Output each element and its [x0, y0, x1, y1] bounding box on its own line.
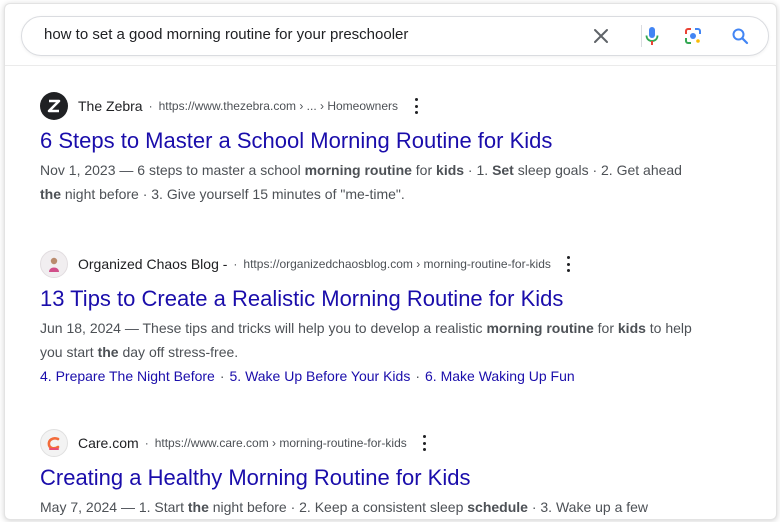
search-bar[interactable]: how to set a good morning routine for yo…: [21, 16, 769, 56]
separator-dot: ·: [148, 99, 153, 113]
snippet-highlight: the: [187, 499, 209, 515]
snippet-highlight: the: [97, 344, 119, 360]
result-source[interactable]: Organized Chaos Blog - · https://organiz…: [40, 250, 760, 278]
snippet-text: day off stress-free.: [118, 344, 239, 360]
microphone-icon[interactable]: [642, 26, 662, 46]
snippet-text: to help: [645, 320, 692, 336]
header-separator: [5, 65, 776, 66]
snippet-text: for: [411, 162, 437, 178]
browser-content: how to set a good morning routine for yo…: [4, 3, 777, 520]
snippet-text: May 7, 2024 — 1. Start: [40, 499, 188, 515]
blog-favicon-icon: [40, 250, 68, 278]
result-site-name: Organized Chaos Blog -: [78, 256, 228, 272]
result-url: https://www.care.com › morning-routine-f…: [154, 436, 407, 450]
result-site-name: Care.com: [78, 435, 139, 451]
result-snippet: Jun 18, 2024 — These tips and tricks wil…: [40, 316, 760, 364]
snippet-text: night before · 3. Give yourself 15 minut…: [61, 186, 405, 202]
search-result: Care.com · https://www.care.com › mornin…: [40, 429, 760, 519]
snippet-text: night before · 2. Keep a consistent slee…: [208, 499, 468, 515]
snippet-text: · 1.: [464, 162, 493, 178]
sitelink[interactable]: 5. Wake Up Before Your Kids: [230, 368, 411, 384]
snippet-highlight: kids: [617, 320, 646, 336]
snippet-highlight: morning routine: [304, 162, 412, 178]
more-options-icon[interactable]: [410, 97, 422, 115]
search-icon[interactable]: [730, 26, 750, 46]
result-title-link[interactable]: 13 Tips to Create a Realistic Morning Ro…: [40, 284, 760, 314]
snippet-text: sleep goals · 2. Get ahead: [513, 162, 682, 178]
snippet-text: Nov 1, 2023 — 6 steps to master a school: [40, 162, 305, 178]
more-options-icon[interactable]: [563, 255, 575, 273]
search-result: The Zebra · https://www.thezebra.com › .…: [40, 92, 760, 206]
lens-icon[interactable]: [683, 26, 703, 46]
zebra-favicon-icon: [40, 92, 68, 120]
snippet-highlight: kids: [436, 162, 465, 178]
result-source[interactable]: The Zebra · https://www.thezebra.com › .…: [40, 92, 760, 120]
result-title-link[interactable]: 6 Steps to Master a School Morning Routi…: [40, 126, 760, 156]
separator-dot: ·: [144, 436, 149, 450]
snippet-line: Jun 18, 2024 — These tips and tricks wil…: [40, 316, 760, 340]
more-options-icon[interactable]: [419, 434, 431, 452]
sitelink[interactable]: 6. Make Waking Up Fun: [425, 368, 575, 384]
snippet-line: you start the day off stress-free.: [40, 340, 760, 364]
clear-icon[interactable]: [591, 26, 611, 46]
sitelink-separator: ·: [219, 368, 225, 384]
result-source[interactable]: Care.com · https://www.care.com › mornin…: [40, 429, 760, 457]
result-url: https://organizedchaosblog.com › morning…: [243, 257, 551, 271]
care-favicon-icon: [40, 429, 68, 457]
snippet-highlight: the: [40, 186, 61, 202]
search-result: Organized Chaos Blog - · https://organiz…: [40, 250, 760, 388]
snippet-text: Jun 18, 2024 — These tips and tricks wil…: [40, 320, 487, 336]
sitelink[interactable]: 4. Prepare The Night Before: [40, 368, 215, 384]
result-sitelinks: 4. Prepare The Night Before · 5. Wake Up B…: [40, 364, 760, 388]
result-title-link[interactable]: Creating a Healthy Morning Routine for K…: [40, 463, 760, 493]
result-url: https://www.thezebra.com › ... › Homeown…: [158, 99, 399, 113]
snippet-text: you start: [40, 344, 98, 360]
snippet-highlight: morning routine: [486, 320, 594, 336]
snippet-text: · 3. Wake up a few: [527, 499, 649, 515]
snippet-highlight: schedule: [467, 499, 528, 515]
search-input[interactable]: how to set a good morning routine for yo…: [44, 26, 408, 43]
result-snippet: Nov 1, 2023 — 6 steps to master a school…: [40, 158, 760, 206]
snippet-line: May 7, 2024 — 1. Start the night before …: [40, 495, 760, 519]
sitelink-separator: ·: [415, 368, 420, 384]
snippet-line: the night before · 3. Give yourself 15 m…: [40, 182, 760, 206]
result-site-name: The Zebra: [78, 98, 143, 114]
snippet-line: Nov 1, 2023 — 6 steps to master a school…: [40, 158, 760, 182]
result-snippet: May 7, 2024 — 1. Start the night before …: [40, 495, 760, 519]
snippet-text: for: [593, 320, 618, 336]
separator-dot: ·: [233, 257, 238, 271]
snippet-highlight: Set: [492, 162, 514, 178]
